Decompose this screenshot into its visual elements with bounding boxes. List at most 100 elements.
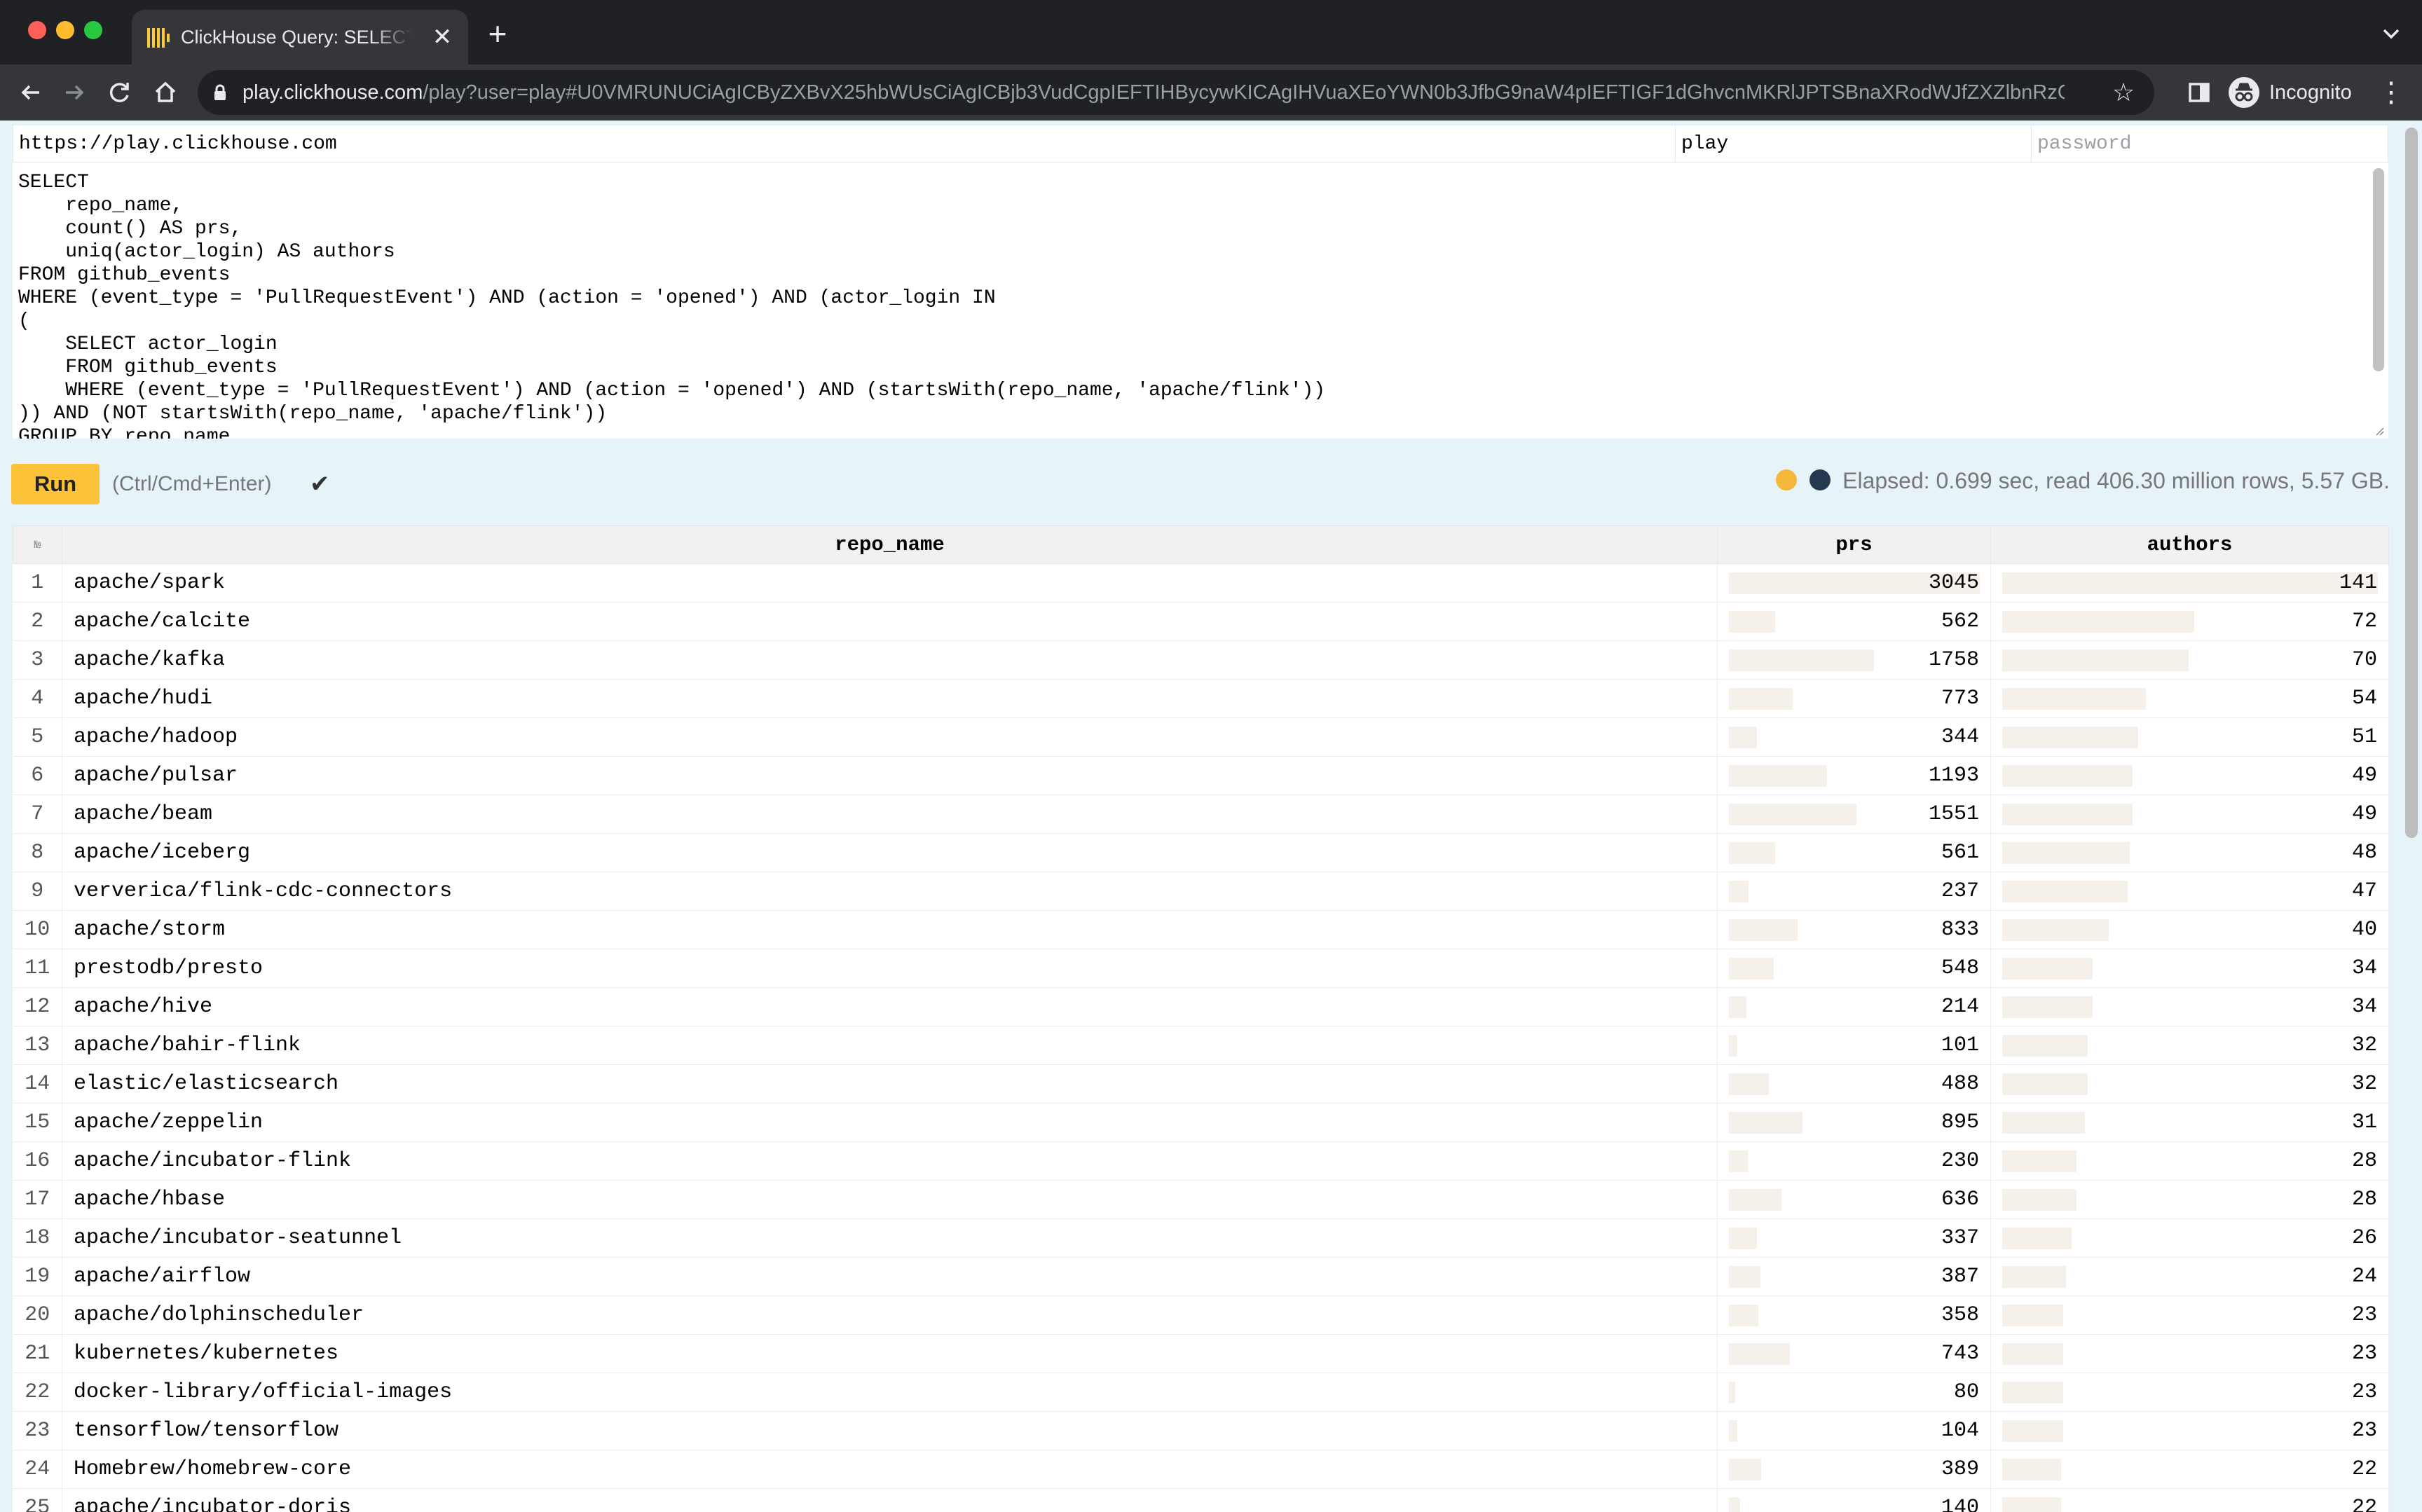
prs-bar xyxy=(1729,1073,1769,1095)
column-header-authors: authors xyxy=(1990,525,2389,564)
authors-bar xyxy=(2002,958,2093,980)
authors-bar xyxy=(2002,765,2133,787)
authors-cell: 31 xyxy=(1990,1103,2389,1142)
authors-bar xyxy=(2002,1189,2077,1211)
row-number: 19 xyxy=(13,1257,62,1296)
prs-value: 230 xyxy=(1941,1149,1979,1173)
table-row: 7 apache/beam 1551 49 xyxy=(13,795,2389,834)
query-text[interactable]: SELECT repo_name, count() AS prs, uniq(a… xyxy=(18,171,1325,439)
repo-name-cell: apache/spark xyxy=(62,563,1718,603)
repo-name-cell: apache/hadoop xyxy=(62,717,1718,757)
url-text[interactable]: play.clickhouse.com/play?user=play#U0VMR… xyxy=(242,70,2065,115)
row-number: 20 xyxy=(13,1295,62,1335)
authors-cell: 28 xyxy=(1990,1141,2389,1181)
authors-cell: 23 xyxy=(1990,1295,2389,1335)
close-window-button[interactable] xyxy=(28,21,46,39)
authors-cell: 51 xyxy=(1990,717,2389,757)
authors-cell: 23 xyxy=(1990,1334,2389,1373)
prs-value: 1551 xyxy=(1928,802,1979,826)
query-editor[interactable]: SELECT repo_name, count() AS prs, uniq(a… xyxy=(13,163,2388,439)
table-row: 19 apache/airflow 387 24 xyxy=(13,1257,2389,1296)
reload-icon[interactable] xyxy=(104,77,135,108)
query-stats: Elapsed: 0.699 sec, read 406.30 million … xyxy=(1842,468,2390,493)
table-row: 20 apache/dolphinscheduler 358 23 xyxy=(13,1295,2389,1335)
row-number-header: № xyxy=(13,525,62,564)
page-scrollbar[interactable] xyxy=(2405,128,2418,838)
prs-value: 337 xyxy=(1941,1226,1979,1250)
prs-bar xyxy=(1729,1305,1758,1326)
resize-grip-icon[interactable] xyxy=(2373,425,2384,436)
row-number: 17 xyxy=(13,1180,62,1219)
authors-value: 23 xyxy=(2351,1419,2377,1443)
light-theme-icon[interactable] xyxy=(1776,469,1797,490)
authors-value: 54 xyxy=(2351,687,2377,710)
authors-cell: 70 xyxy=(1990,640,2389,680)
address-bar[interactable]: play.clickhouse.com/play?user=play#U0VMR… xyxy=(198,70,2154,115)
user-input[interactable] xyxy=(1676,125,2032,162)
authors-value: 23 xyxy=(2351,1303,2377,1327)
lock-icon[interactable] xyxy=(213,84,227,101)
prs-cell: 743 xyxy=(1717,1334,1991,1373)
table-row: 14 elastic/elasticsearch 488 32 xyxy=(13,1064,2389,1104)
prs-bar xyxy=(1729,1189,1781,1211)
repo-name-cell: apache/dolphinscheduler xyxy=(62,1295,1718,1335)
dark-theme-icon[interactable] xyxy=(1809,469,1831,490)
new-tab-button[interactable]: + xyxy=(482,18,513,50)
browser-tab[interactable]: ClickHouse Query: SELECT repo_name ✕ xyxy=(132,10,468,64)
run-button[interactable]: Run xyxy=(11,464,100,504)
authors-value: 22 xyxy=(2351,1457,2377,1481)
prs-value: 389 xyxy=(1941,1457,1979,1481)
prs-value: 101 xyxy=(1941,1033,1979,1057)
table-row: 13 apache/bahir-flink 101 32 xyxy=(13,1026,2389,1065)
prs-bar xyxy=(1729,1150,1748,1172)
authors-cell: 34 xyxy=(1990,949,2389,988)
authors-value: 26 xyxy=(2351,1226,2377,1250)
incognito-icon[interactable] xyxy=(2229,77,2259,108)
table-row: 8 apache/iceberg 561 48 xyxy=(13,833,2389,872)
repo-name-cell: apache/storm xyxy=(62,910,1718,949)
repo-name-cell: apache/hudi xyxy=(62,679,1718,718)
forward-icon[interactable] xyxy=(59,77,90,108)
server-url-input[interactable] xyxy=(13,125,1676,162)
incognito-label: Incognito xyxy=(2269,81,2352,104)
table-row: 9 ververica/flink-cdc-connectors 237 47 xyxy=(13,872,2389,911)
row-number: 25 xyxy=(13,1488,62,1512)
prs-value: 3045 xyxy=(1928,571,1979,595)
minimize-window-button[interactable] xyxy=(56,21,74,39)
star-icon[interactable]: ☆ xyxy=(2111,80,2136,105)
prs-cell: 1193 xyxy=(1717,756,1991,795)
menu-icon[interactable]: ⋮ xyxy=(2376,77,2407,108)
table-row: 1 apache/spark 3045 141 xyxy=(13,563,2389,603)
prs-cell: 1551 xyxy=(1717,795,1991,834)
repo-name-cell: apache/hbase xyxy=(62,1180,1718,1219)
authors-bar xyxy=(2002,804,2133,825)
authors-value: 34 xyxy=(2351,956,2377,980)
authors-value: 34 xyxy=(2351,995,2377,1019)
prs-value: 773 xyxy=(1941,687,1979,710)
back-icon[interactable] xyxy=(15,77,46,108)
results-body: 1 apache/spark 3045 141 2 apache/calcite 562 72… xyxy=(13,563,2389,1512)
connection-row xyxy=(13,125,2388,163)
authors-value: 24 xyxy=(2351,1265,2377,1288)
side-panel-icon[interactable] xyxy=(2188,81,2210,104)
prs-value: 140 xyxy=(1941,1496,1979,1512)
chevron-down-icon[interactable] xyxy=(2379,21,2404,46)
repo-name-cell: apache/pulsar xyxy=(62,756,1718,795)
prs-cell: 387 xyxy=(1717,1257,1991,1296)
close-tab-icon[interactable]: ✕ xyxy=(429,24,456,50)
home-icon[interactable] xyxy=(150,77,181,108)
prs-bar xyxy=(1729,650,1874,671)
prs-cell: 344 xyxy=(1717,717,1991,757)
row-number: 13 xyxy=(13,1026,62,1065)
maximize-window-button[interactable] xyxy=(84,21,102,39)
authors-bar xyxy=(2002,919,2109,941)
authors-bar xyxy=(2002,650,2189,671)
authors-value: 40 xyxy=(2351,918,2377,942)
row-number: 5 xyxy=(13,717,62,757)
prs-cell: 104 xyxy=(1717,1411,1991,1450)
password-input[interactable] xyxy=(2032,125,2388,162)
table-row: 22 docker-library/official-images 80 23 xyxy=(13,1373,2389,1412)
prs-value: 548 xyxy=(1941,956,1979,980)
editor-scrollbar[interactable] xyxy=(2373,168,2384,371)
prs-cell: 140 xyxy=(1717,1488,1991,1512)
